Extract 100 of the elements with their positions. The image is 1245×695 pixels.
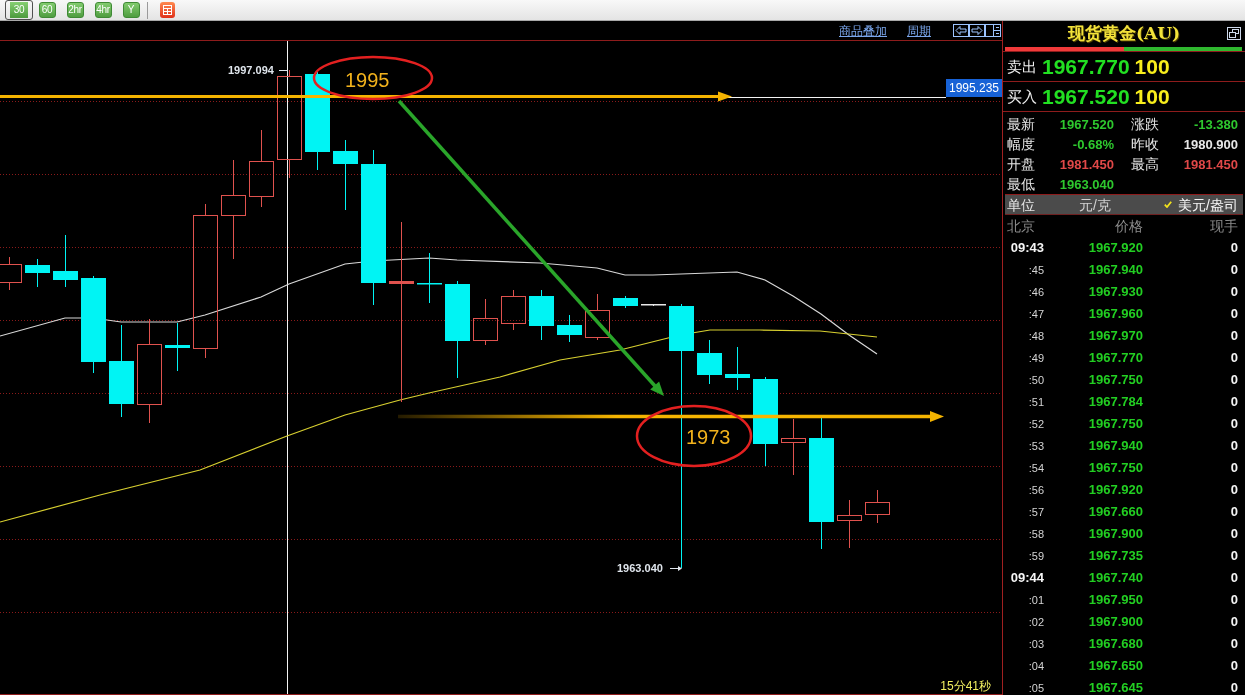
header-link[interactable]: 商品叠加 [839,23,887,38]
period-button[interactable]: 30 [5,0,33,20]
tick-time: :58 [1028,527,1044,541]
stat-value: 1981.450 [1059,156,1114,172]
column-header: 现手 [1210,218,1238,234]
tick-time: :54 [1028,461,1044,475]
tick-time: :47 [1028,307,1044,321]
tick-volume: 0 [1230,417,1238,431]
tick-price: 1967.645 [1088,681,1143,695]
left-arrow-icon[interactable] [953,24,969,37]
order-volume: 100 [1134,54,1170,79]
tick-price: 1967.770 [1088,351,1143,365]
tick-volume: 0 [1230,263,1238,277]
stat-label: 涨跌 [1131,116,1159,132]
stat-label: 最新 [1007,116,1035,132]
tick-price: 1967.650 [1088,659,1143,673]
tick-volume: 0 [1230,681,1238,695]
period-button[interactable]: 4hr [94,2,112,18]
tick-volume: 0 [1230,483,1238,497]
tick-price: 1967.660 [1088,505,1143,519]
tick-price: 1967.950 [1088,593,1143,607]
column-header: 北京 [1007,218,1035,234]
order-label: 卖出 [1007,57,1037,76]
restore-window-icon[interactable] [1227,26,1241,40]
period-button[interactable]: Y [122,2,140,18]
tick-volume: 0 [1230,439,1238,453]
tick-price: 1967.920 [1088,483,1143,497]
stat-label: 最高 [1131,156,1159,172]
tick-volume: 0 [1230,659,1238,673]
tick-price: 1967.970 [1088,329,1143,343]
tick-time: :49 [1028,351,1044,365]
right-arrow-icon[interactable] [969,24,985,37]
tick-price: 1967.750 [1088,373,1143,387]
tick-price: 1967.900 [1088,527,1143,541]
tick-volume: 0 [1230,373,1238,387]
column-header: 价格 [1115,218,1143,234]
tick-time: :51 [1028,395,1044,409]
tick-time: :59 [1028,549,1044,563]
tick-time: :05 [1028,681,1044,695]
tick-price: 1967.740 [1088,571,1143,585]
tick-volume: 0 [1230,527,1238,541]
tick-time: :52 [1028,417,1044,431]
tick-volume: 0 [1230,505,1238,519]
tick-time: :50 [1028,373,1044,387]
tick-price: 1967.900 [1088,615,1143,629]
tick-price: 1967.920 [1088,241,1143,255]
stat-label: 幅度 [1007,136,1035,152]
tick-volume: 0 [1230,307,1238,321]
order-price: 1967.770 [1042,54,1130,79]
period-button[interactable]: 2hr [66,2,84,18]
header-link[interactable]: 周期 [907,23,931,38]
tick-volume: 0 [1230,461,1238,475]
period-button[interactable]: 60 [38,2,56,18]
tick-time: :57 [1028,505,1044,519]
tick-volume: 0 [1230,571,1238,585]
tick-time: :03 [1028,637,1044,651]
stat-value: -13.380 [1193,116,1238,132]
table-icon[interactable] [160,2,175,18]
tick-price: 1967.930 [1088,285,1143,299]
tick-price: 1967.784 [1088,395,1143,409]
tick-price: 1967.750 [1088,417,1143,431]
tick-price: 1967.750 [1088,461,1143,475]
stat-label: 开盘 [1007,156,1035,172]
split-panel-icon[interactable] [985,24,1001,37]
stat-value: 1981.450 [1183,156,1238,172]
tick-time: :48 [1028,329,1044,343]
tick-price: 1967.960 [1088,307,1143,321]
tick-price: 1967.680 [1088,637,1143,651]
unit-option[interactable]: 美元/盎司 [1164,196,1238,213]
tick-price: 1967.735 [1088,549,1143,563]
instrument-title: 现货黄金(AU) [1067,22,1181,44]
stat-label: 昨收 [1131,136,1159,152]
unit-option[interactable]: 元/克 [1079,196,1111,213]
tick-volume: 0 [1230,285,1238,299]
order-label: 买入 [1007,87,1037,106]
order-price: 1967.520 [1042,84,1130,109]
tick-volume: 0 [1230,351,1238,365]
stat-value: 1967.520 [1059,116,1114,132]
stat-value: 1963.040 [1059,176,1114,192]
tick-price: 1967.940 [1088,439,1143,453]
check-icon [1164,201,1173,208]
tick-time: :56 [1028,483,1044,497]
stat-value: 1980.900 [1183,136,1238,152]
stat-value: -0.68% [1072,136,1114,152]
tick-price: 1967.940 [1088,263,1143,277]
tick-time: :04 [1028,659,1044,673]
tick-volume: 0 [1230,549,1238,563]
tick-time: :53 [1028,439,1044,453]
tick-time: 09:43 [1010,241,1044,255]
tick-time: :01 [1028,593,1044,607]
tick-volume: 0 [1230,593,1238,607]
stat-label: 最低 [1007,176,1035,192]
tick-time: :02 [1028,615,1044,629]
tick-volume: 0 [1230,615,1238,629]
order-volume: 100 [1134,84,1170,109]
tick-time: :46 [1028,285,1044,299]
tick-time: :45 [1028,263,1044,277]
tick-volume: 0 [1230,329,1238,343]
tick-volume: 0 [1230,637,1238,651]
tick-volume: 0 [1230,395,1238,409]
